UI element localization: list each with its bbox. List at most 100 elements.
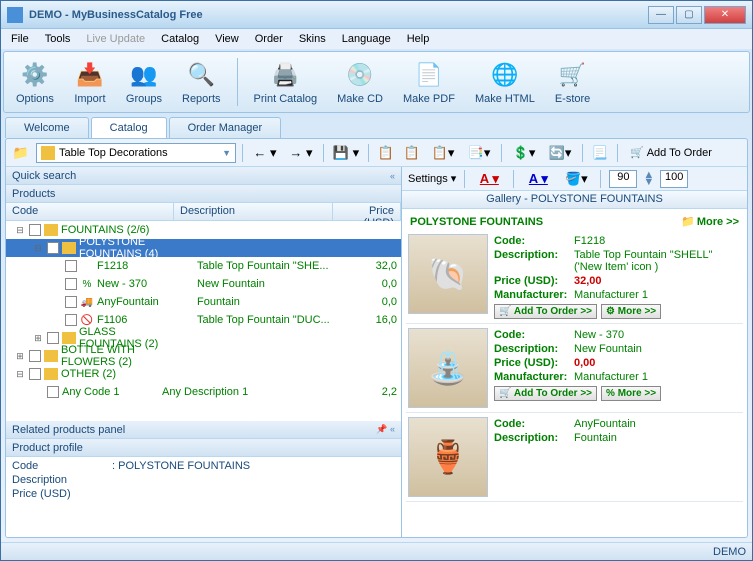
folder-icon	[62, 242, 76, 254]
expand-icon[interactable]: ⊟	[14, 369, 26, 380]
toolbar-e-store[interactable]: 🛒E-store	[551, 57, 594, 107]
toolbar-reports[interactable]: 🔍Reports	[178, 57, 225, 107]
checkbox[interactable]	[29, 224, 41, 236]
expand-icon[interactable]: ⊟	[32, 243, 44, 254]
more-button[interactable]: ⚙ More >>	[601, 304, 661, 319]
e-store-icon: 🛒	[557, 59, 589, 91]
app-icon	[7, 7, 23, 23]
group-icon[interactable]: 📁	[10, 143, 32, 163]
checkbox[interactable]	[47, 386, 59, 398]
add-to-order-button[interactable]: 🛒 Add To Order >>	[494, 386, 597, 401]
related-products-header[interactable]: Related products panel 📌 «	[6, 421, 401, 439]
options-icon: ⚙️	[19, 59, 51, 91]
status-bar: DEMO	[1, 542, 752, 560]
checkbox[interactable]	[29, 350, 41, 362]
import-icon: 📥	[74, 59, 106, 91]
toolbar-make-html[interactable]: 🌐Make HTML	[471, 57, 539, 107]
tool-btn-3[interactable]: 📋▾	[427, 143, 459, 163]
products-header: Products	[6, 185, 401, 203]
expand-icon[interactable]: ⊟	[14, 225, 26, 236]
menu-catalog[interactable]: Catalog	[155, 31, 205, 47]
menu-view[interactable]: View	[209, 31, 245, 47]
checkbox[interactable]	[47, 242, 59, 254]
settings-button[interactable]: Settings ▾	[408, 172, 456, 185]
checkbox[interactable]	[65, 314, 77, 326]
product-tree[interactable]: ⊟FOUNTAINS (2/6)⊟POLYSTONE FOUNTAINS (4)…	[6, 221, 401, 421]
toolbar-options[interactable]: ⚙️Options	[12, 57, 58, 107]
minimize-button[interactable]: —	[648, 6, 674, 24]
tab-catalog[interactable]: Catalog	[91, 117, 167, 138]
tool-btn-4[interactable]: 📑▾	[463, 143, 495, 163]
menu-tools[interactable]: Tools	[39, 31, 77, 47]
item-icon: %	[80, 278, 94, 290]
menu-skins[interactable]: Skins	[293, 31, 332, 47]
tool-btn-2[interactable]: 📋	[401, 143, 423, 163]
toolbar-make-pdf[interactable]: 📄Make PDF	[399, 57, 459, 107]
expand-icon[interactable]: ⊞	[14, 351, 26, 362]
toolbar-groups[interactable]: 👥Groups	[122, 57, 166, 107]
tree-row[interactable]: Any Code 1Any Description 12,2	[6, 383, 401, 401]
menu-help[interactable]: Help	[401, 31, 436, 47]
col-code[interactable]: Code	[6, 203, 174, 220]
tree-row[interactable]: ⊞BOTTLE WITH FLOWERS (2)	[6, 347, 401, 365]
tool-btn-5[interactable]: 💲▾	[508, 143, 540, 163]
tree-row[interactable]: F1218Table Top Fountain "SHE...32,0	[6, 257, 401, 275]
tab-strip: WelcomeCatalogOrder Manager	[5, 117, 748, 138]
content-area: 📁 Table Top Decorations ▼ ← ▾ → ▾ 💾 ▾ 📋 …	[5, 138, 748, 538]
save-button[interactable]: 💾 ▾	[330, 143, 362, 163]
expand-icon[interactable]: ⊞	[32, 333, 44, 344]
menu-order[interactable]: Order	[249, 31, 289, 47]
make cd-icon: 💿	[344, 59, 376, 91]
maximize-button[interactable]: ▢	[676, 6, 702, 24]
tool-btn-1[interactable]: 📋	[375, 143, 397, 163]
checkbox[interactable]	[65, 278, 77, 290]
item-icon	[80, 260, 94, 272]
quick-search-header[interactable]: Quick search«	[6, 167, 401, 185]
gallery-title: POLYSTONE FOUNTAINS	[410, 216, 681, 228]
tab-welcome[interactable]: Welcome	[5, 117, 89, 138]
zoom-1[interactable]: 90	[609, 170, 637, 188]
font-color-button-2[interactable]: A ▾	[522, 169, 554, 189]
gallery-header: Gallery - POLYSTONE FOUNTAINS	[402, 191, 747, 209]
product-card: 🐚Code:F1218Description:Table Top Fountai…	[406, 230, 743, 324]
item-icon: 🚫	[80, 314, 94, 326]
font-color-button[interactable]: A ▾	[473, 169, 505, 189]
secondary-toolbar: 📁 Table Top Decorations ▼ ← ▾ → ▾ 💾 ▾ 📋 …	[6, 139, 747, 167]
more-button[interactable]: 📁 More >>	[681, 215, 739, 228]
toolbar-print-catalog[interactable]: 🖨️Print Catalog	[250, 57, 322, 107]
make pdf-icon: 📄	[413, 59, 445, 91]
tool-btn-6[interactable]: 🔄▾	[544, 143, 576, 163]
tab-order-manager[interactable]: Order Manager	[169, 117, 282, 138]
forward-button[interactable]: → ▾	[285, 143, 317, 163]
checkbox[interactable]	[65, 296, 77, 308]
toolbar-make-cd[interactable]: 💿Make CD	[333, 57, 387, 107]
tool-btn-7[interactable]: 📃	[589, 143, 611, 163]
product-thumb: ⛲	[408, 328, 488, 408]
tree-row[interactable]: 🚚AnyFountainFountain0,0	[6, 293, 401, 311]
add-to-order-button[interactable]: 🛒 Add To Order >>	[494, 304, 597, 319]
fill-color-button[interactable]: 🪣▾	[560, 169, 592, 189]
menu-language[interactable]: Language	[336, 31, 397, 47]
pin-icon[interactable]: 📌 «	[376, 424, 395, 435]
folder-icon	[44, 350, 58, 362]
left-panel: Quick search« Products Code Description …	[6, 167, 402, 537]
menu-file[interactable]: File	[5, 31, 35, 47]
checkbox[interactable]	[29, 368, 41, 380]
tree-row[interactable]: ⊟POLYSTONE FOUNTAINS (4)	[6, 239, 401, 257]
col-price[interactable]: Price (USD)	[333, 203, 401, 220]
tree-row[interactable]: ⊟OTHER (2)	[6, 365, 401, 383]
tree-row[interactable]: %New - 370New Fountain0,0	[6, 275, 401, 293]
group-combo[interactable]: Table Top Decorations ▼	[36, 143, 236, 163]
zoom-2[interactable]: 100	[660, 170, 688, 188]
checkbox[interactable]	[47, 332, 59, 344]
tree-row[interactable]: 🚫F1106Table Top Fountain "DUC...16,0	[6, 311, 401, 329]
toolbar-import[interactable]: 📥Import	[70, 57, 110, 107]
zoom-spinner[interactable]: ▲▼	[643, 172, 654, 186]
checkbox[interactable]	[65, 260, 77, 272]
tree-row[interactable]: ⊟FOUNTAINS (2/6)	[6, 221, 401, 239]
back-button[interactable]: ← ▾	[249, 143, 281, 163]
add-to-order-button[interactable]: 🛒 Add To Order	[624, 146, 718, 159]
col-desc[interactable]: Description	[174, 203, 333, 220]
close-button[interactable]: ✕	[704, 6, 746, 24]
more-button[interactable]: % More >>	[601, 386, 661, 401]
